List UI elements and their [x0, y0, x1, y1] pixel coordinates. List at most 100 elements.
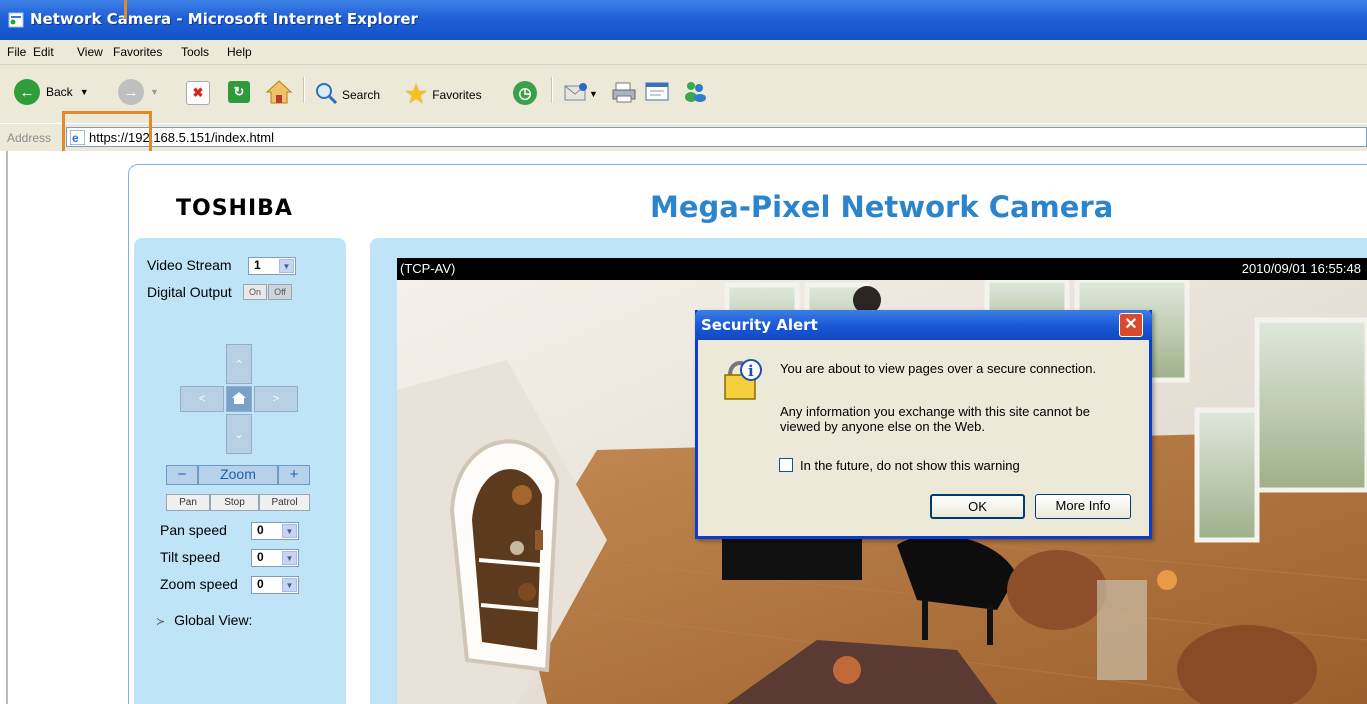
favorites-button[interactable]: ★ Favorites — [404, 79, 482, 110]
messenger-icon — [682, 79, 708, 106]
dialog-title-bar[interactable]: Security Alert ✕ — [695, 310, 1152, 340]
control-sidebar: Video Stream 1 ▼ Digital Output On Off ⌃… — [134, 238, 346, 704]
chevron-right-icon: > — [272, 393, 280, 405]
edit-button[interactable] — [645, 81, 671, 106]
pan-speed-label: Pan speed — [160, 522, 227, 538]
star-icon: ★ — [404, 79, 429, 109]
forward-button[interactable]: → ▼ — [118, 79, 159, 105]
zoom-out-button[interactable]: − — [166, 465, 198, 485]
history-button[interactable]: ◷ — [513, 81, 537, 105]
video-timestamp: 2010/09/01 16:55:48 — [1241, 261, 1361, 276]
security-alert-dialog: Security Alert ✕ i You are about to view… — [695, 310, 1152, 539]
chevron-down-icon: ▼ — [279, 259, 294, 273]
pan-speed-select[interactable]: 0 ▼ — [251, 522, 299, 540]
video-stream-value: 1 — [254, 258, 261, 272]
patrol-button[interactable]: Patrol — [259, 494, 310, 511]
chevron-down-icon: ▼ — [282, 578, 297, 592]
zoom-label: Zoom — [198, 465, 278, 485]
back-arrow-icon: ← — [14, 79, 40, 105]
address-label: Address — [7, 131, 52, 145]
refresh-icon: ↻ — [228, 81, 250, 103]
tilt-speed-select[interactable]: 0 ▼ — [251, 549, 299, 567]
pan-speed-value: 0 — [257, 523, 264, 537]
search-button[interactable]: Search — [314, 81, 380, 108]
menu-view[interactable]: View — [77, 45, 103, 59]
print-button[interactable] — [612, 81, 638, 106]
home-position-button[interactable] — [226, 386, 252, 412]
global-view-label: Global View: — [174, 612, 253, 628]
dialog-title: Security Alert — [701, 316, 818, 334]
back-dropdown-icon[interactable]: ▼ — [80, 87, 89, 97]
forward-arrow-icon: → — [118, 79, 144, 105]
favorites-label: Favorites — [432, 87, 482, 102]
chevron-down-icon: ⌄ — [234, 428, 244, 441]
messenger-button[interactable] — [682, 79, 708, 106]
zoom-speed-label: Zoom speed — [160, 576, 238, 592]
stop-icon: ✖ — [186, 81, 210, 105]
chevron-up-icon: ⌃ — [234, 358, 244, 371]
forward-dropdown-icon[interactable]: ▼ — [150, 87, 159, 97]
mail-dropdown-icon[interactable]: ▼ — [589, 89, 598, 99]
search-label: Search — [342, 87, 381, 102]
menu-bar: File Edit View Favorites Tools Help — [0, 40, 1367, 65]
menu-tools[interactable]: Tools — [181, 45, 209, 59]
page-title: Mega-Pixel Network Camera — [650, 190, 1114, 224]
address-bar: Address e https://192.168.5.151/index.ht… — [0, 123, 1367, 152]
pan-right-button[interactable]: > — [254, 386, 298, 412]
tilt-down-button[interactable]: ⌄ — [226, 414, 252, 454]
zoom-speed-select[interactable]: 0 ▼ — [251, 576, 299, 594]
digital-output-toggle: On Off — [242, 283, 302, 301]
close-icon: ✕ — [1124, 316, 1138, 333]
edit-page-icon — [645, 81, 671, 106]
ok-button[interactable]: OK — [930, 494, 1025, 519]
annotation-pointer-line — [124, 0, 127, 19]
search-icon — [314, 81, 338, 108]
ie-page-icon — [8, 12, 24, 28]
dialog-message-line2: viewed by anyone else on the Web. — [780, 419, 986, 434]
dialog-message-primary: You are about to view pages over a secur… — [780, 361, 1097, 376]
back-label: Back — [46, 85, 73, 99]
home-button[interactable] — [265, 79, 293, 108]
stop-button[interactable]: Stop — [210, 494, 259, 511]
dialog-close-button[interactable]: ✕ — [1119, 313, 1143, 337]
digital-output-on-button[interactable]: On — [243, 284, 267, 300]
digital-output-label: Digital Output — [147, 284, 232, 300]
chevron-down-icon: ▼ — [282, 551, 297, 565]
menu-help[interactable]: Help — [227, 45, 252, 59]
pan-left-button[interactable]: < — [180, 386, 224, 412]
address-field[interactable]: e https://192.168.5.151/index.html — [66, 127, 1367, 147]
printer-icon — [612, 81, 638, 106]
chevron-left-icon: < — [198, 393, 206, 405]
tilt-up-button[interactable]: ⌃ — [226, 344, 252, 384]
menu-file[interactable]: File — [7, 45, 26, 59]
digital-output-off-button[interactable]: Off — [268, 284, 292, 300]
toshiba-logo: TOSHIBA — [176, 196, 293, 221]
stop-button[interactable]: ✖ — [186, 81, 210, 105]
mail-button[interactable]: ▼ — [563, 81, 598, 106]
home-icon — [265, 79, 293, 108]
toolbar: ← Back ▼ → ▼ ✖ ↻ Search ★ Favorites ◷ ▼ — [0, 65, 1367, 123]
zoom-in-button[interactable]: + — [278, 465, 310, 485]
back-button[interactable]: ← Back ▼ — [14, 79, 89, 105]
security-lock-info-icon: i — [722, 355, 762, 404]
stream-protocol-label: (TCP-AV) — [400, 261, 456, 276]
menu-edit[interactable]: Edit — [33, 45, 54, 59]
zoom-speed-value: 0 — [257, 577, 264, 591]
video-stream-label: Video Stream — [147, 257, 232, 273]
content-left-border — [6, 151, 8, 704]
pan-button[interactable]: Pan — [166, 494, 210, 511]
do-not-show-label[interactable]: In the future, do not show this warning — [800, 458, 1020, 473]
global-view-toggle[interactable]: ≻ Global View: — [156, 612, 252, 628]
history-icon: ◷ — [513, 81, 537, 105]
menu-favorites[interactable]: Favorites — [113, 45, 162, 59]
video-header: (TCP-AV) 2010/09/01 16:55:48 — [397, 258, 1367, 280]
video-stream-select[interactable]: 1 ▼ — [248, 257, 296, 275]
window-title-bar[interactable]: Network Camera - Microsoft Internet Expl… — [0, 0, 1367, 40]
do-not-show-checkbox[interactable] — [779, 458, 793, 472]
svg-text:i: i — [748, 362, 754, 380]
chevron-down-icon: ▼ — [282, 524, 297, 538]
refresh-button[interactable]: ↻ — [228, 81, 250, 103]
window-title: Network Camera - Microsoft Internet Expl… — [30, 10, 418, 28]
home-icon — [232, 391, 246, 407]
more-info-button[interactable]: More Info — [1035, 494, 1131, 519]
